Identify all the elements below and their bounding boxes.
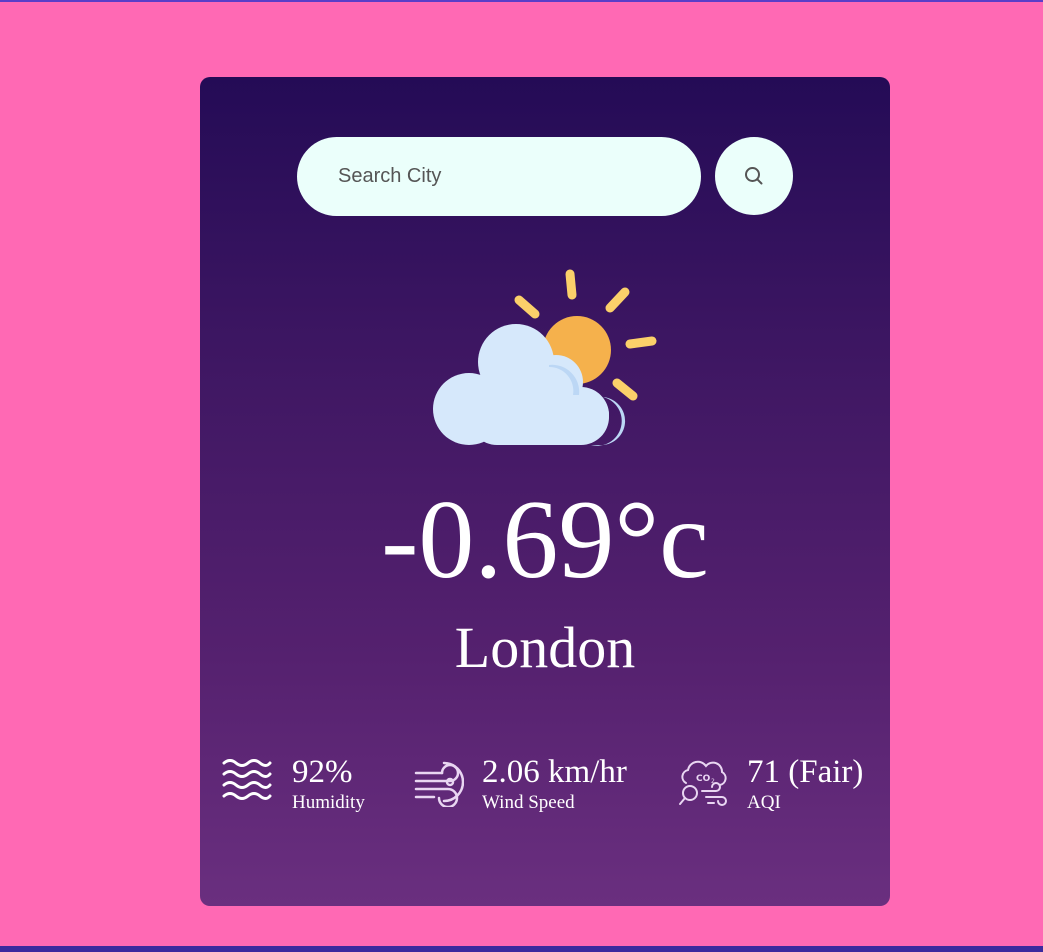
wind-speed-label: Wind Speed [482, 792, 575, 813]
wind-speed-value: 2.06 km/hr [482, 754, 627, 790]
weather-card: -0.69°c London 92% Humidity [200, 77, 890, 906]
aqi-label: AQI [747, 792, 781, 813]
svg-text:CO: CO [696, 774, 711, 784]
temperature: -0.69°c [381, 478, 709, 602]
search-city-input[interactable] [297, 137, 701, 216]
top-border [0, 0, 1043, 2]
aqi-value: 71 (Fair) [747, 754, 864, 790]
humidity-label: Humidity [292, 792, 365, 813]
search-icon [743, 165, 765, 187]
humidity-value: 92% [292, 754, 353, 790]
search-button[interactable] [715, 137, 793, 215]
co2-air-quality-icon: CO 2 [678, 759, 732, 816]
svg-text:2: 2 [711, 778, 715, 785]
wind-icon [414, 759, 465, 812]
bottom-border [0, 946, 1043, 952]
partly-cloudy-icon [431, 267, 661, 447]
humidity-waves-icon [222, 759, 272, 810]
city-name: London [454, 615, 636, 680]
